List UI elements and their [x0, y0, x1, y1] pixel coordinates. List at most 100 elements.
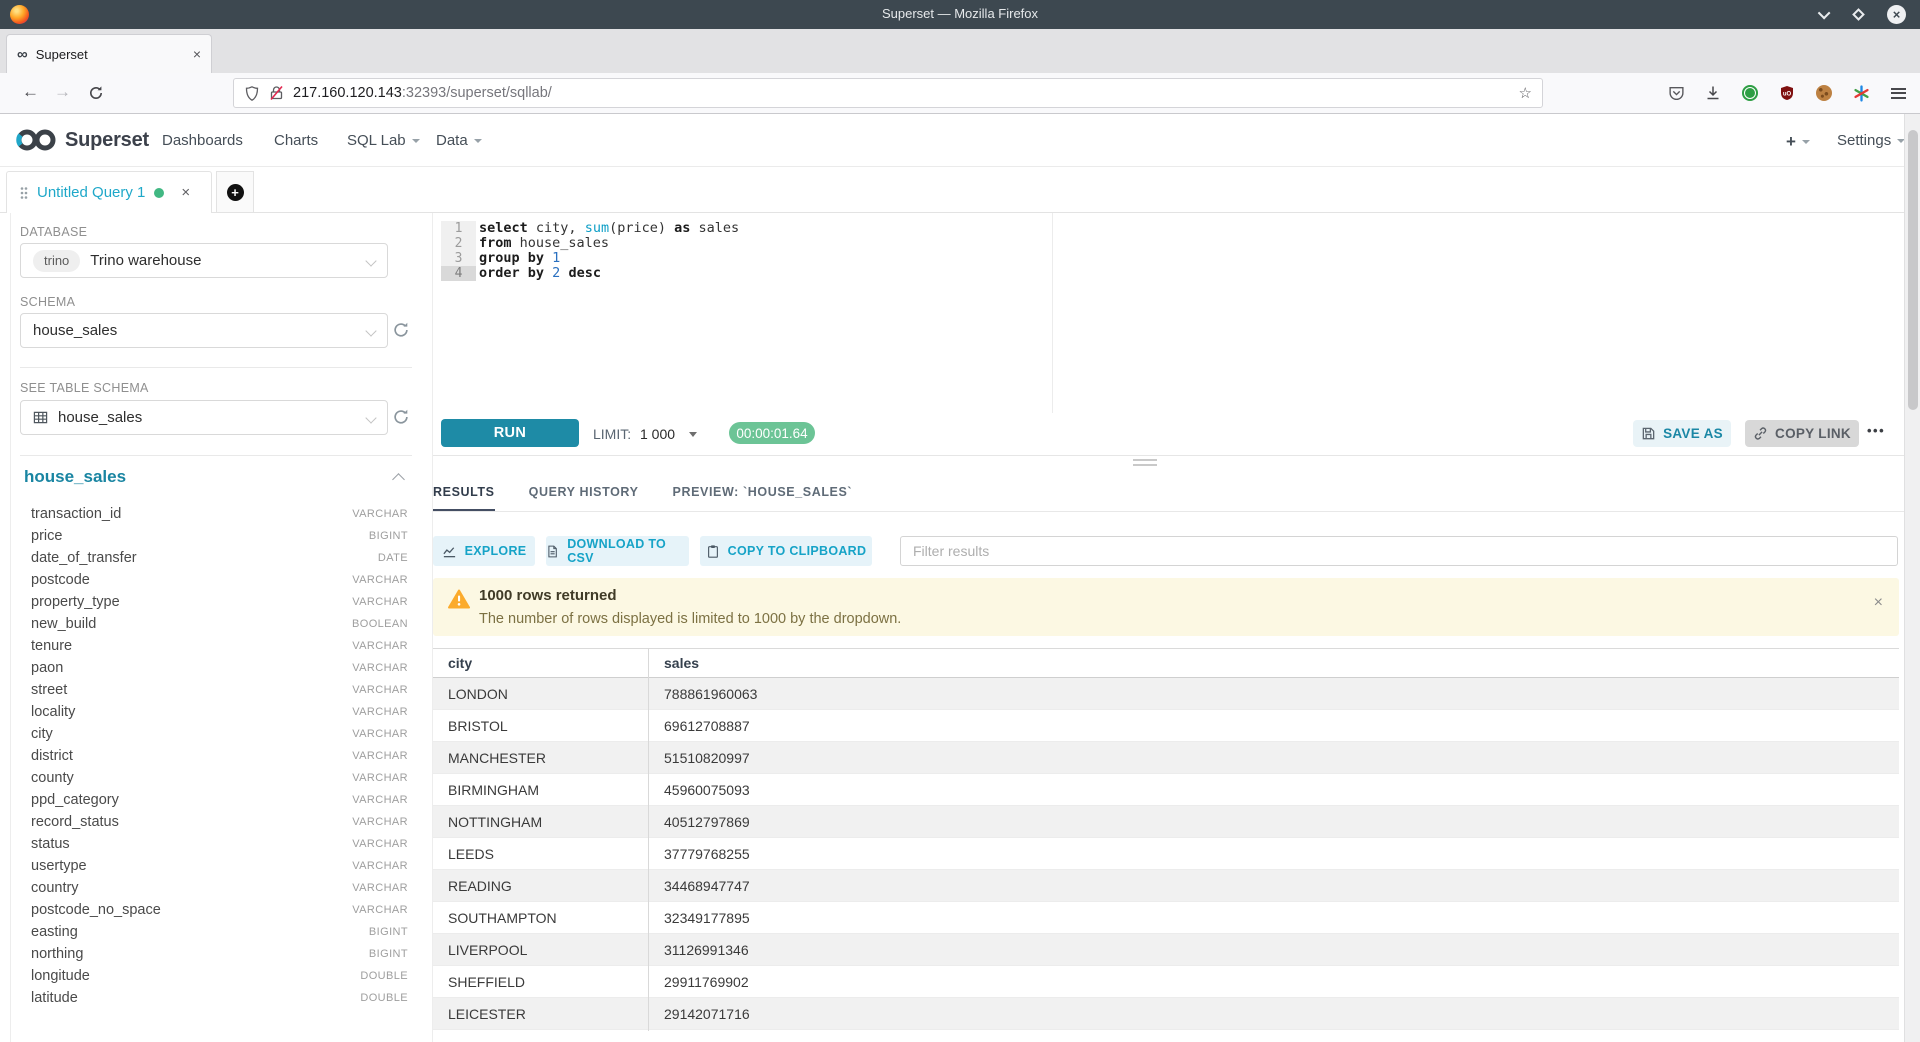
table-row[interactable]: BRISTOL 69612708887	[433, 710, 1899, 742]
cookie-extension-icon[interactable]	[1812, 80, 1836, 106]
column-name: latitude	[31, 990, 78, 1006]
tab-close-icon[interactable]: ×	[193, 46, 201, 62]
table-row[interactable]: BIRMINGHAM 45960075093	[433, 774, 1899, 806]
table-row[interactable]: SOUTHAMPTON 32349177895	[433, 902, 1899, 934]
url-bar[interactable]: 217.160.120.143:32393/superset/sqllab/ ☆	[233, 78, 1543, 108]
column-row[interactable]: county VARCHAR	[20, 767, 408, 789]
menu-hamburger-icon[interactable]	[1886, 80, 1910, 106]
download-csv-button[interactable]: DOWNLOAD TO CSV	[546, 536, 689, 566]
column-name: ppd_category	[31, 792, 119, 808]
column-row[interactable]: ppd_category VARCHAR	[20, 789, 408, 811]
superset-logo[interactable]: Superset	[15, 127, 149, 153]
column-row[interactable]: street VARCHAR	[20, 679, 408, 701]
table-select[interactable]: house_sales	[20, 400, 388, 435]
column-row[interactable]: longitude DOUBLE	[20, 965, 408, 987]
table-row[interactable]: SHEFFIELD 29911769902	[433, 966, 1899, 998]
forward-button[interactable]: →	[54, 82, 71, 102]
column-row[interactable]: record_status VARCHAR	[20, 811, 408, 833]
header-sales[interactable]: sales	[648, 655, 699, 671]
url-text[interactable]: 217.160.120.143:32393/superset/sqllab/	[293, 85, 552, 101]
limit-dropdown-caret-icon[interactable]	[689, 432, 697, 437]
table-row[interactable]: LIVERPOOL 31126991346	[433, 934, 1899, 966]
refresh-schema-icon[interactable]	[392, 321, 410, 339]
nav-dashboards[interactable]: Dashboards	[162, 132, 243, 149]
drag-grip-icon[interactable]	[20, 186, 28, 200]
table-row[interactable]: READING 34468947747	[433, 870, 1899, 902]
table-row[interactable]: LONDON 788861960063	[433, 678, 1899, 710]
back-button[interactable]: ←	[22, 82, 39, 102]
column-row[interactable]: paon VARCHAR	[20, 657, 408, 679]
pane-resize-grip[interactable]	[1133, 459, 1157, 466]
nav-data[interactable]: Data	[436, 132, 482, 149]
limit-value[interactable]: 1 000	[640, 426, 675, 442]
column-row[interactable]: price BIGINT	[20, 525, 408, 547]
column-type: DOUBLE	[360, 970, 408, 982]
query-tab-close-icon[interactable]: ×	[181, 184, 190, 201]
results-tab-bar: RESULTS QUERY HISTORY PREVIEW: `HOUSE_SA…	[433, 485, 886, 512]
column-row[interactable]: northing BIGINT	[20, 943, 408, 965]
copy-link-button[interactable]: COPY LINK	[1745, 420, 1859, 447]
table-row[interactable]: LEICESTER 29142071716	[433, 998, 1899, 1030]
collapse-chevron-icon[interactable]	[392, 473, 405, 486]
column-row[interactable]: tenure VARCHAR	[20, 635, 408, 657]
column-type: BOOLEAN	[352, 618, 408, 630]
table-row[interactable]: NOTTINGHAM 40512797869	[433, 806, 1899, 838]
more-options-button[interactable]: •••	[1867, 423, 1885, 438]
downloads-icon[interactable]	[1701, 80, 1725, 106]
column-row[interactable]: date_of_transfer DATE	[20, 547, 408, 569]
column-row[interactable]: transaction_id VARCHAR	[20, 503, 408, 525]
column-row[interactable]: new_build BOOLEAN	[20, 613, 408, 635]
privacy-extension-icon[interactable]	[1738, 80, 1762, 106]
browser-tab[interactable]: ∞ Superset ×	[6, 34, 212, 73]
results-table-header[interactable]: city sales	[433, 648, 1899, 678]
column-row[interactable]: status VARCHAR	[20, 833, 408, 855]
reload-button[interactable]	[88, 85, 104, 101]
explore-button[interactable]: EXPLORE	[433, 536, 535, 566]
run-button[interactable]: RUN	[441, 419, 579, 447]
column-row[interactable]: district VARCHAR	[20, 745, 408, 767]
column-row[interactable]: postcode VARCHAR	[20, 569, 408, 591]
scrollbar-thumb[interactable]	[1908, 130, 1918, 410]
sql-editor[interactable]: 1 2 3 4 select city, sum(price) as sales…	[433, 213, 1900, 413]
nav-sql-lab[interactable]: SQL Lab	[347, 132, 420, 149]
page-scrollbar[interactable]	[1904, 114, 1920, 1042]
pocket-icon[interactable]	[1664, 80, 1688, 106]
tab-results[interactable]: RESULTS	[433, 485, 495, 512]
schema-select[interactable]: house_sales	[20, 313, 388, 348]
tab-query-history[interactable]: QUERY HISTORY	[529, 485, 639, 512]
nav-add-button[interactable]: +	[1786, 132, 1810, 152]
copy-clipboard-button[interactable]: COPY TO CLIPBOARD	[700, 536, 872, 566]
refresh-table-icon[interactable]	[392, 408, 410, 426]
header-city[interactable]: city	[433, 655, 648, 671]
password-extension-icon[interactable]	[1849, 80, 1873, 106]
column-row[interactable]: country VARCHAR	[20, 877, 408, 899]
bookmark-star-icon[interactable]: ☆	[1519, 84, 1532, 102]
rows-warning-banner: 1000 rows returned The number of rows di…	[433, 578, 1899, 636]
filter-results-input[interactable]	[900, 536, 1898, 566]
warning-close-icon[interactable]: ×	[1874, 594, 1883, 612]
add-query-tab-button[interactable]: +	[216, 171, 254, 212]
table-name-heading[interactable]: house_sales	[24, 467, 126, 487]
column-row[interactable]: city VARCHAR	[20, 723, 408, 745]
tab-preview[interactable]: PREVIEW: `HOUSE_SALES`	[673, 485, 853, 512]
nav-settings[interactable]: Settings	[1837, 132, 1905, 149]
database-select[interactable]: trino Trino warehouse	[20, 243, 388, 278]
column-row[interactable]: usertype VARCHAR	[20, 855, 408, 877]
shield-icon[interactable]	[244, 85, 260, 102]
column-row[interactable]: property_type VARCHAR	[20, 591, 408, 613]
nav-charts[interactable]: Charts	[274, 132, 318, 149]
code-line: from house_sales	[476, 236, 739, 251]
query-tab-active[interactable]: Untitled Query 1 ×	[6, 171, 212, 213]
ublock-icon[interactable]: uO	[1775, 80, 1799, 106]
window-maximize-icon[interactable]	[1852, 8, 1865, 21]
column-row[interactable]: postcode_no_space VARCHAR	[20, 899, 408, 921]
column-row[interactable]: locality VARCHAR	[20, 701, 408, 723]
editor-code[interactable]: select city, sum(price) as sales from ho…	[476, 221, 739, 281]
column-row[interactable]: latitude DOUBLE	[20, 987, 408, 1009]
table-row[interactable]: MANCHESTER 51510820997	[433, 742, 1899, 774]
table-row[interactable]: LEEDS 37779768255	[433, 838, 1899, 870]
column-row[interactable]: easting BIGINT	[20, 921, 408, 943]
window-close-button[interactable]: ×	[1887, 5, 1906, 24]
insecure-lock-icon[interactable]	[269, 85, 284, 101]
save-as-button[interactable]: SAVE AS	[1633, 420, 1731, 447]
